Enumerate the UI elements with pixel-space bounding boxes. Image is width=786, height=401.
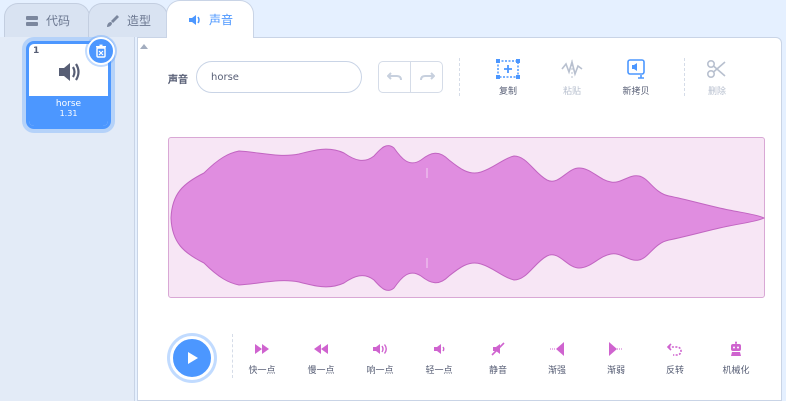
redo-icon <box>419 72 435 81</box>
effect-slower-label: 慢一点 <box>307 366 335 376</box>
speaker-icon <box>188 14 200 25</box>
trash-icon <box>96 44 106 58</box>
paste-label: 粘贴 <box>562 87 581 97</box>
paste-button[interactable]: 粘贴 <box>547 58 597 97</box>
robot-icon <box>731 341 741 356</box>
fade-out-icon <box>609 342 623 356</box>
faster-icon <box>255 344 269 354</box>
louder-icon <box>373 344 387 354</box>
editor-tabs: 代码 造型 声音 <box>0 0 786 40</box>
sound-name-label: 声音 <box>168 75 188 86</box>
effect-mute-label: 静音 <box>488 366 507 376</box>
tab-code-label: 代码 <box>45 14 70 28</box>
fade-in-icon <box>550 342 564 356</box>
waveform-shape <box>170 145 765 291</box>
effect-louder-label: 响一点 <box>366 366 394 376</box>
toolbar-divider <box>684 58 685 96</box>
sound-name-input[interactable] <box>196 61 362 93</box>
play-icon <box>188 352 198 364</box>
effect-faster-label: 快一点 <box>248 366 276 376</box>
effects-divider <box>232 334 233 378</box>
copy-icon <box>496 59 520 79</box>
sound-duration: 1.31 <box>59 109 78 118</box>
effect-softer[interactable]: 轻一点 <box>414 341 464 376</box>
effect-robot[interactable]: 机械化 <box>711 341 761 376</box>
undo-redo-group <box>378 61 443 93</box>
play-button[interactable] <box>170 336 214 380</box>
softer-icon <box>434 344 445 354</box>
delete-button[interactable]: 删除 <box>692 58 742 97</box>
effect-faster[interactable]: 快一点 <box>237 341 287 376</box>
tab-sounds-label: 声音 <box>208 13 233 27</box>
effect-louder[interactable]: 响一点 <box>355 341 405 376</box>
copy-to-new-icon <box>627 59 645 79</box>
paste-icon <box>561 58 583 78</box>
reverse-icon <box>666 343 682 356</box>
scissors-icon <box>706 59 726 79</box>
tab-costumes-label: 造型 <box>126 14 151 28</box>
tab-code[interactable]: 代码 <box>4 3 90 37</box>
copy-label: 复制 <box>498 87 517 97</box>
undo-icon <box>386 72 402 81</box>
mute-icon <box>491 342 505 356</box>
code-icon <box>25 15 38 26</box>
brush-icon <box>106 14 119 27</box>
effect-fade-in-label: 渐强 <box>547 366 566 376</box>
undo-button[interactable] <box>379 62 411 92</box>
delete-label: 删除 <box>707 87 726 97</box>
effect-fade-out[interactable]: 渐弱 <box>591 341 641 376</box>
effect-reverse[interactable]: 反转 <box>650 341 700 376</box>
effect-softer-label: 轻一点 <box>425 366 453 376</box>
sound-name: horse <box>55 99 82 109</box>
copy-to-new-label: 新拷贝 <box>622 87 650 97</box>
effect-fade-in[interactable]: 渐强 <box>532 341 582 376</box>
effect-mute[interactable]: 静音 <box>473 341 523 376</box>
effect-robot-label: 机械化 <box>722 366 750 376</box>
effect-reverse-label: 反转 <box>665 366 684 376</box>
slower-icon <box>314 344 328 354</box>
effect-slower[interactable]: 慢一点 <box>296 341 346 376</box>
delete-sound-button[interactable] <box>87 37 115 65</box>
waveform-display[interactable] <box>168 137 765 298</box>
speaker-icon <box>59 63 80 81</box>
toolbar-divider <box>459 58 460 96</box>
tab-costumes[interactable]: 造型 <box>88 3 168 37</box>
scroll-up-arrow-icon[interactable] <box>140 43 148 49</box>
sound-tile-footer: horse 1.31 <box>29 96 108 126</box>
redo-button[interactable] <box>411 62 442 92</box>
tab-sounds[interactable]: 声音 <box>166 0 254 38</box>
copy-button[interactable]: 复制 <box>483 58 533 97</box>
copy-to-new-button[interactable]: 新拷贝 <box>611 58 661 97</box>
sound-index: 1 <box>33 46 40 56</box>
effect-fade-out-label: 渐弱 <box>606 366 625 376</box>
